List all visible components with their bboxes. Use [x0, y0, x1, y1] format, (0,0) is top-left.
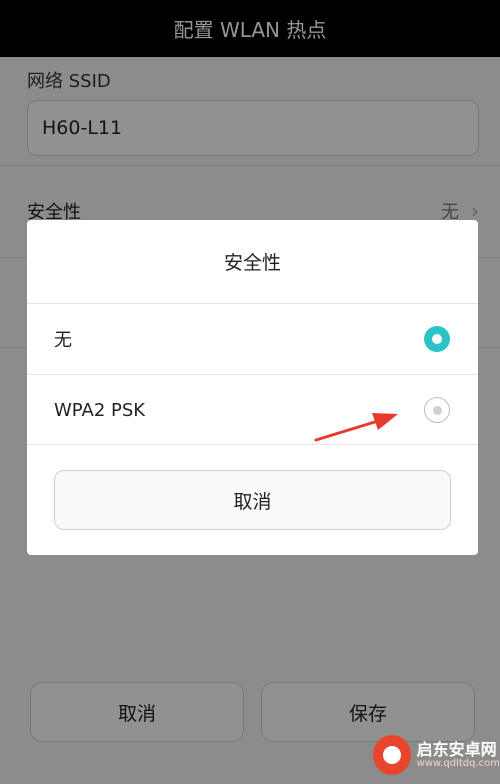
dialog-title-text: 安全性 — [223, 252, 281, 274]
security-dialog: 安全性 无 WPA2 PSK 取消 — [27, 220, 478, 555]
watermark-name: 启东安卓网 — [416, 739, 497, 759]
radio-unselected-icon[interactable] — [424, 397, 450, 423]
radio-selected-icon[interactable] — [424, 326, 450, 352]
option-label: 无 — [54, 330, 72, 351]
watermark-url: www.qdltdq.com — [416, 758, 500, 770]
divider — [27, 444, 478, 445]
security-option-wpa2-psk[interactable]: WPA2 PSK — [27, 375, 478, 445]
dialog-cancel-label: 取消 — [233, 490, 272, 513]
option-label: WPA2 PSK — [54, 399, 146, 421]
watermark-text: 启东安卓网 www.qdltdq.com — [417, 741, 500, 770]
watermark-logo-icon — [373, 735, 411, 775]
dialog-cancel-button[interactable]: 取消 — [54, 470, 451, 530]
dialog-title: 安全性 — [27, 220, 478, 303]
screen: 配置 WLAN 热点 网络 SSID H60-L11 安全性 无 › 取消 保存… — [0, 0, 500, 784]
watermark: 启东安卓网 www.qdltdq.com — [365, 726, 500, 784]
security-option-none[interactable]: 无 — [27, 304, 478, 374]
